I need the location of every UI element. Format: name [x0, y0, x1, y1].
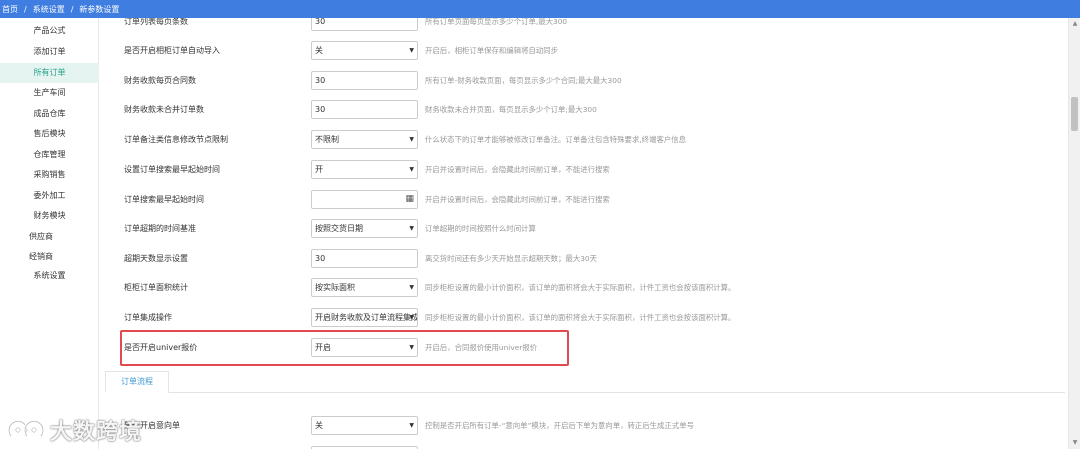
- order-integration-select[interactable]: 开启财务收款及订单流程集成 ▼: [311, 308, 418, 327]
- cabinet-area-select[interactable]: 按实际面积 ▼: [311, 278, 418, 297]
- setting-hint: 同步柜柜设置的最小计价面积，该订单的面积将会大于实际面积，计件工资也会按该面积计…: [425, 283, 736, 292]
- chevron-down-icon: ▼: [409, 422, 414, 429]
- search-start-date-picker[interactable]: ▦: [311, 190, 418, 209]
- breadcrumb: 首页 / 系统设置 / 新参数设置: [0, 0, 1080, 18]
- sidebar-item-finished-warehouse[interactable]: 成品仓库: [0, 104, 99, 124]
- select-value: 开启: [315, 343, 331, 352]
- order-list-page-size-input[interactable]: 30: [311, 18, 418, 31]
- setting-label: 是否开启univer报价: [124, 343, 198, 352]
- section-tabs: 订单流程: [105, 371, 1065, 393]
- sidebar-item-supplier[interactable]: 供应商: [0, 227, 99, 247]
- overdue-basis-select[interactable]: 按照交货日期 ▼: [311, 219, 418, 238]
- sidebar-item-warehouse[interactable]: 仓库管理: [0, 145, 99, 165]
- sidebar-item-after-sales[interactable]: 售后模块: [0, 124, 99, 144]
- setting-label: 订单超期的时间基准: [124, 224, 196, 233]
- setting-row-overdue-basis: 订单超期的时间基准 按照交货日期 ▼ 订单超期的时间按照什么时间计算: [100, 218, 1068, 240]
- scroll-up-icon[interactable]: ▲: [1069, 18, 1080, 30]
- sidebar: 产品公式 添加订单 所有订单 生产车间 成品仓库 售后模块 仓库管理 采购销售 …: [0, 18, 99, 449]
- setting-row-order-integration: 订单集成操作 开启财务收款及订单流程集成 ▼ 同步柜柜设置的最小计价面积，该订单…: [100, 307, 1068, 329]
- setting-row-order-list-page-size: 订单列表每页条数 30 所有订单页面每页显示多少个订单,最大300: [100, 18, 1068, 33]
- setting-hint: 订单超期的时间按照什么时间计算: [425, 224, 536, 233]
- setting-row-finance-unmerged-count: 财务收款未合并订单数 30 财务收款未合并页面，每页显示多少个订单;最大300: [100, 99, 1068, 121]
- remark-edit-limit-select[interactable]: 不限制 ▼: [311, 130, 418, 149]
- select-value: 开启财务收款及订单流程集成: [315, 313, 418, 322]
- univer-quote-select[interactable]: 开启 ▼: [311, 338, 418, 357]
- breadcrumb-home[interactable]: 首页: [2, 4, 18, 15]
- setting-label: 财务收款未合并订单数: [124, 105, 204, 114]
- chevron-down-icon: ▼: [409, 225, 414, 232]
- sidebar-item-outsourcing[interactable]: 委外加工: [0, 186, 99, 206]
- sidebar-item-add-order[interactable]: 添加订单: [0, 42, 99, 62]
- finance-unmerged-count-input[interactable]: 30: [311, 100, 418, 119]
- watermark: 大数跨境: [6, 416, 143, 445]
- breadcrumb-current: 新参数设置: [79, 4, 120, 14]
- setting-hint: 开启并设置时间后，会隐藏此时间前订单，不能进行搜索: [425, 165, 610, 174]
- watermark-text: 大数跨境: [50, 420, 143, 445]
- sidebar-item-finance[interactable]: 财务模块: [0, 206, 99, 226]
- setting-row-finance-page-size: 财务收款每页合同数 30 所有订单-财务收款页面，每页显示多少个合同;最大最大3…: [100, 70, 1068, 92]
- search-start-toggle-select[interactable]: 开 ▼: [311, 160, 418, 179]
- chevron-down-icon: ▼: [409, 344, 414, 351]
- setting-row-overdue-days: 超期天数显示设置 30 离交货时间还有多少天开始显示超期天数；最大30天: [100, 248, 1068, 270]
- setting-hint: 控制是否开启所有订单-“意向单”模块，开启后下单为意向单，转正后生成正式单号: [425, 421, 695, 430]
- setting-label: 订单备注类信息修改节点限制: [124, 135, 228, 144]
- setting-label: 超期天数显示设置: [124, 254, 188, 263]
- setting-hint: 所有订单页面每页显示多少个订单,最大300: [425, 18, 568, 26]
- setting-row-intent-order: 是否开启意向单 关 ▼ 控制是否开启所有订单-“意向单”模块，开启后下单为意向单…: [100, 415, 1068, 437]
- setting-label: 是否开启相柜订单自动导入: [124, 46, 220, 55]
- setting-row-search-start-toggle: 设置订单搜索最早起始时间 开 ▼ 开启并设置时间后，会隐藏此时间前订单，不能进行…: [100, 159, 1068, 181]
- sidebar-item-dealer[interactable]: 经销商: [0, 247, 99, 267]
- sidebar-item-product-formula[interactable]: 产品公式: [0, 21, 99, 41]
- settings-panel: 订单列表每页条数 30 所有订单页面每页显示多少个订单,最大300 是否开启相柜…: [100, 18, 1068, 449]
- select-value: 按照交货日期: [315, 224, 363, 233]
- setting-row-remark-edit-limit: 订单备注类信息修改节点限制 不限制 ▼ 什么状态下的订单才能够被修改订单备注。订…: [100, 129, 1068, 151]
- chevron-down-icon: ▼: [409, 136, 414, 143]
- chevron-down-icon: ▼: [409, 284, 414, 291]
- setting-hint: 离交货时间还有多少天开始显示超期天数；最大30天: [425, 254, 598, 263]
- breadcrumb-separator: /: [70, 4, 74, 14]
- setting-row-univer-quote: 是否开启univer报价 开启 ▼ 开启后，合同报价使用univer报价: [100, 337, 1068, 359]
- cabinet-auto-import-select[interactable]: 关 ▼: [311, 41, 418, 60]
- select-value: 按实际面积: [315, 283, 355, 292]
- sidebar-item-all-orders[interactable]: 所有订单: [0, 63, 99, 83]
- setting-hint: 财务收款未合并页面，每页显示多少个订单;最大300: [425, 105, 597, 114]
- setting-label: 订单列表每页条数: [124, 18, 188, 26]
- setting-hint: 所有订单-财务收款页面，每页显示多少个合同;最大最大300: [425, 76, 622, 85]
- setting-label: 订单集成操作: [124, 313, 172, 322]
- scroll-down-icon[interactable]: ▼: [1069, 437, 1080, 449]
- setting-hint: 什么状态下的订单才能够被修改订单备注。订单备注包含特殊要求,终端客户信息: [425, 135, 687, 144]
- setting-hint: 开启并设置时间后，会隐藏此时间前订单，不能进行搜索: [425, 195, 610, 204]
- tab-order-flow[interactable]: 订单流程: [105, 371, 169, 393]
- scrollbar-thumb[interactable]: [1071, 97, 1078, 131]
- setting-row-next-partial: [100, 445, 1068, 449]
- sidebar-item-system-settings[interactable]: 系统设置: [0, 266, 99, 286]
- sidebar-item-purchasing[interactable]: 采购销售: [0, 165, 99, 185]
- calendar-icon[interactable]: ▦: [405, 191, 414, 208]
- setting-hint: 开启后，相柜订单保存和编辑将自动同步: [425, 46, 559, 55]
- finance-page-size-input[interactable]: 30: [311, 71, 418, 90]
- setting-row-cabinet-auto-import: 是否开启相柜订单自动导入 关 ▼ 开启后，相柜订单保存和编辑将自动同步: [100, 40, 1068, 62]
- breadcrumb-separator: /: [24, 4, 27, 14]
- select-value: 关: [315, 421, 323, 430]
- breadcrumb-system-settings[interactable]: 系统设置: [33, 4, 65, 15]
- chevron-down-icon: ▼: [409, 314, 414, 321]
- setting-row-cabinet-area: 柜柜订单面积统计 按实际面积 ▼ 同步柜柜设置的最小计价面积，该订单的面积将会大…: [100, 277, 1068, 299]
- setting-hint: 同步柜柜设置的最小计价面积，该订单的面积将会大于实际面积，计件工资也会按该面积计…: [425, 313, 736, 322]
- select-value: 不限制: [315, 135, 339, 144]
- setting-label: 订单搜索最早起始时间: [124, 195, 204, 204]
- setting-label: 柜柜订单面积统计: [124, 283, 188, 292]
- sidebar-item-production[interactable]: 生产车间: [0, 83, 99, 103]
- setting-label: 财务收款每页合同数: [124, 76, 196, 85]
- overdue-days-input[interactable]: 30: [311, 249, 418, 268]
- setting-row-search-start-date: 订单搜索最早起始时间 ▦ 开启并设置时间后，会隐藏此时间前订单，不能进行搜索: [100, 189, 1068, 211]
- setting-hint: 开启后，合同报价使用univer报价: [425, 343, 538, 352]
- setting-label: 设置订单搜索最早起始时间: [124, 165, 220, 174]
- vertical-scrollbar[interactable]: ▲ ▼: [1068, 18, 1080, 449]
- chevron-down-icon: ▼: [409, 166, 414, 173]
- select-value: 开: [315, 165, 323, 174]
- intent-order-select[interactable]: 关 ▼: [311, 416, 418, 435]
- watermark-logo-icon: [7, 419, 45, 438]
- select-value: 关: [315, 46, 323, 55]
- chevron-down-icon: ▼: [409, 47, 414, 54]
